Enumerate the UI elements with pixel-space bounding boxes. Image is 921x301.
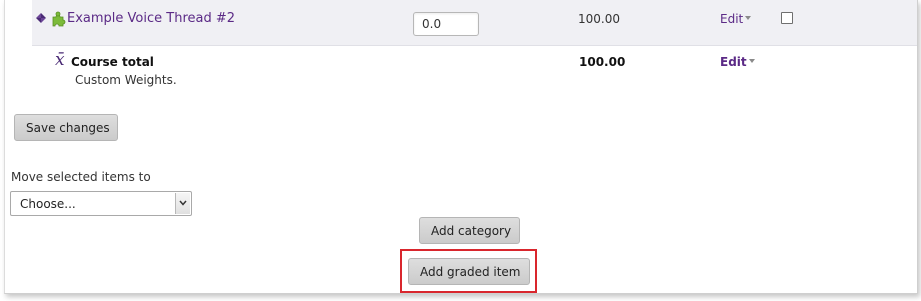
puzzle-icon [52,11,66,27]
select-item-checkbox[interactable] [781,12,793,24]
save-changes-button[interactable]: Save changes [14,114,118,141]
course-total-edit-menu[interactable]: Edit [720,55,755,69]
course-total-subtitle: Custom Weights. [75,73,177,87]
item-edit-menu[interactable]: Edit [720,12,752,26]
grade-item-link[interactable]: Example Voice Thread #2 [67,11,235,26]
course-total-max-grade: 100.00 [579,55,626,69]
add-graded-item-button[interactable]: Add graded item [408,258,530,285]
course-total-label: Course total [71,55,154,69]
item-edit-label: Edit [720,12,744,26]
caret-down-icon [748,58,755,63]
move-destination-select[interactable]: Choose... [10,191,192,216]
move-handle-icon[interactable] [34,12,48,26]
course-total-edit-label: Edit [720,55,747,69]
item-max-grade: 100.00 [578,12,620,26]
move-items-label: Move selected items to [11,170,151,184]
course-total-symbol: x̄ [55,50,65,70]
dropdown-arrow[interactable] [175,193,190,214]
caret-down-icon [745,15,752,20]
move-select-value: Choose... [20,197,76,211]
weight-input[interactable] [413,12,479,36]
gradebook-setup-panel: Example Voice Thread #2 100.00 Edit x̄ C… [4,0,918,294]
add-category-button[interactable]: Add category [419,217,520,244]
chevron-down-icon [179,200,187,206]
